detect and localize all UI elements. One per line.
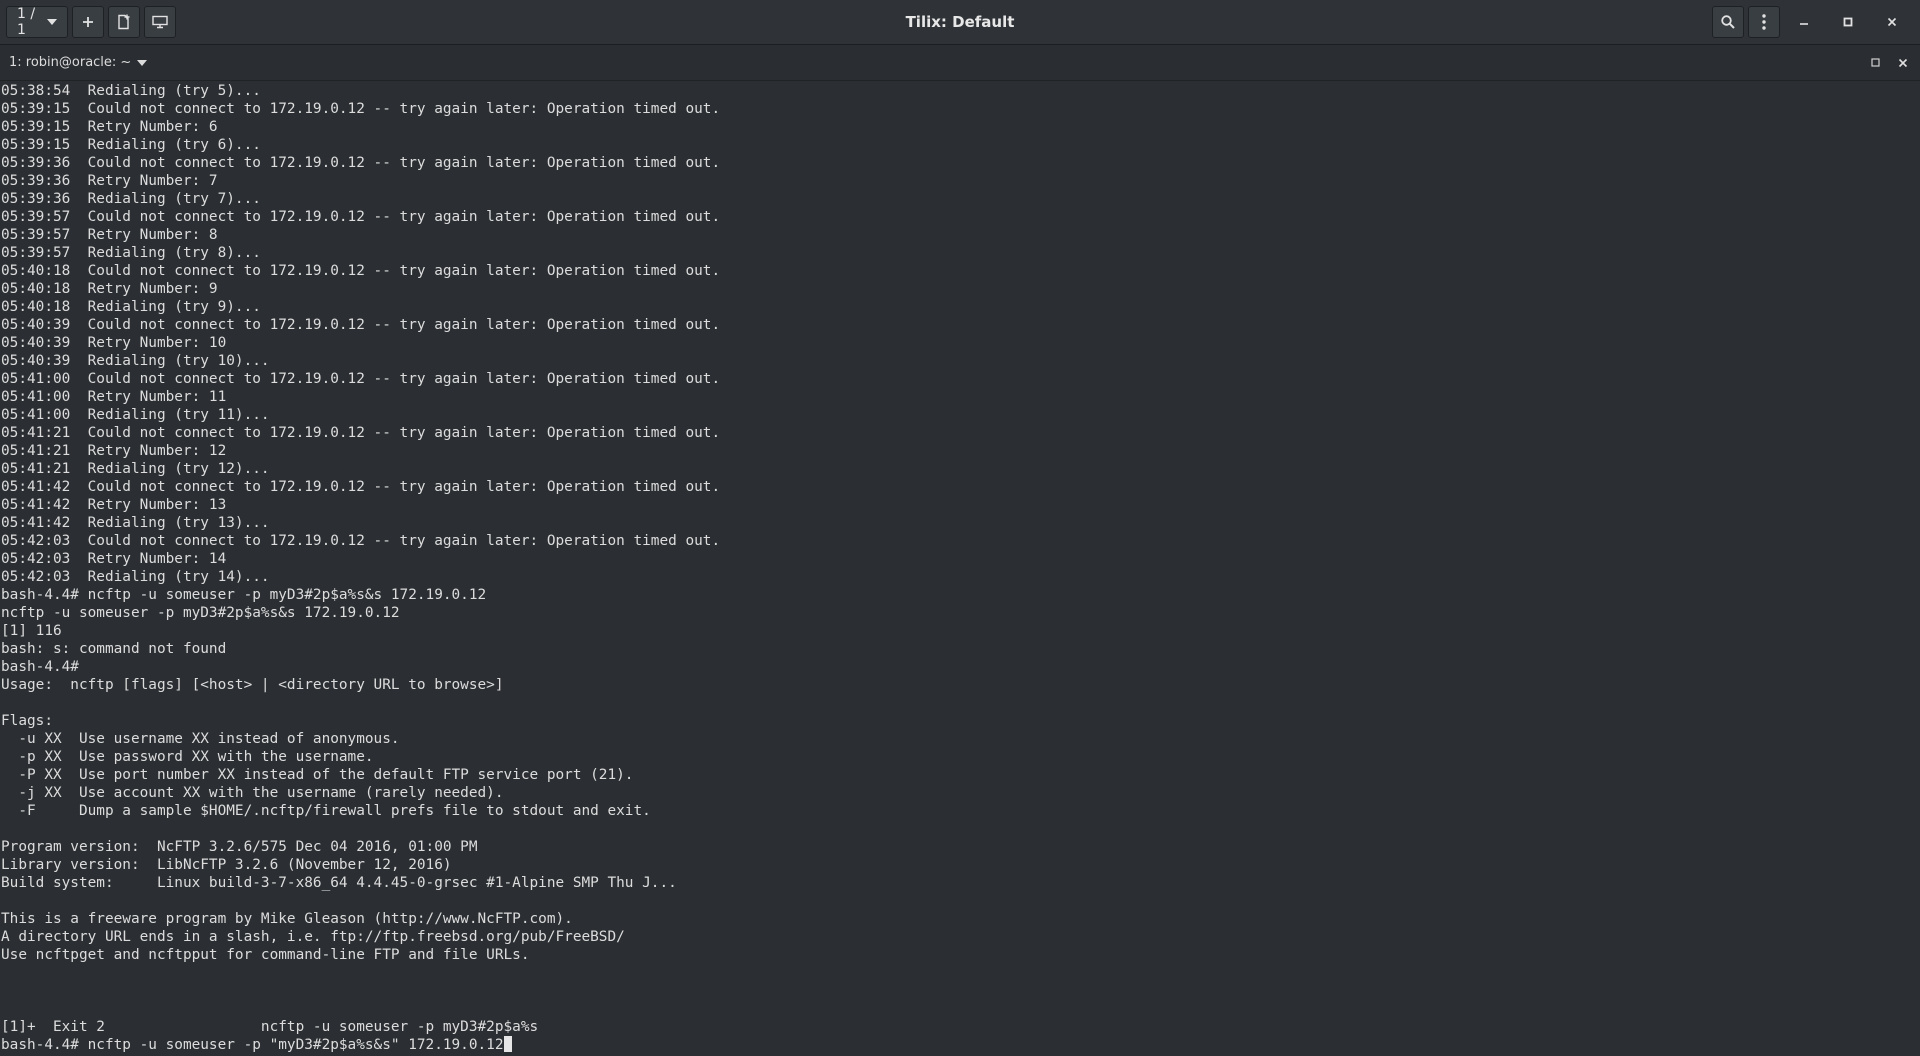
terminal-line: 05:39:36 Could not connect to 172.19.0.1… [1, 155, 721, 171]
text-cursor [503, 1036, 512, 1052]
maximize-icon [1871, 58, 1880, 67]
terminal-line: Usage: ncftp [flags] [<host> | <director… [1, 677, 504, 693]
terminal-line: -p XX Use password XX with the username. [1, 749, 374, 765]
add-terminal-button[interactable] [72, 6, 104, 38]
terminal-line: This is a freeware program by Mike Gleas… [1, 911, 573, 927]
terminal-line: 05:40:18 Retry Number: 9 [1, 281, 218, 297]
terminal-line: ncftp -u someuser -p myD3#2p$a%s&s 172.1… [1, 605, 400, 621]
terminal-line: 05:41:42 Redialing (try 13)... [1, 515, 270, 531]
terminal-line: 05:39:15 Redialing (try 6)... [1, 137, 261, 153]
chevron-down-icon [137, 59, 148, 66]
minimize-icon [1799, 17, 1809, 27]
menu-button[interactable] [1748, 6, 1780, 38]
terminal-line: Build system: Linux build-3-7-x86_64 4.4… [1, 875, 677, 891]
terminal-line: 05:40:18 Could not connect to 172.19.0.1… [1, 263, 721, 279]
terminal-titlebar: 1: robin@oracle: ~ [0, 45, 1920, 81]
terminal-maximize-button[interactable] [1871, 58, 1880, 67]
sync-input-button[interactable] [144, 6, 176, 38]
window-title: Tilix: Default [905, 13, 1015, 31]
terminal-line: 05:41:00 Redialing (try 11)... [1, 407, 270, 423]
terminal-line: 05:42:03 Could not connect to 172.19.0.1… [1, 533, 721, 549]
new-session-icon [117, 14, 131, 30]
terminal-close-button[interactable] [1898, 58, 1908, 68]
maximize-button[interactable] [1828, 6, 1868, 38]
maximize-icon [1843, 17, 1853, 27]
terminal-line: 05:42:03 Redialing (try 14)... [1, 569, 270, 585]
terminal-title-button[interactable]: 1: robin@oracle: ~ [0, 55, 148, 70]
search-icon [1721, 15, 1735, 29]
terminal-line: Use ncftpget and ncftpput for command-li… [1, 947, 530, 963]
terminal-line: bash-4.4# [1, 659, 79, 675]
terminal-line: 05:39:57 Redialing (try 8)... [1, 245, 261, 261]
tilix-window: 1 / 1 Tilix: Default 1: robin@oracle: ~ … [0, 0, 1920, 1056]
chevron-down-icon [47, 19, 57, 25]
terminal-line: -F Dump a sample $HOME/.ncftp/firewall p… [1, 803, 651, 819]
terminal-line: Library version: LibNcFTP 3.2.6 (Novembe… [1, 857, 452, 873]
new-session-button[interactable] [108, 6, 140, 38]
terminal-line: -u XX Use username XX instead of anonymo… [1, 731, 400, 747]
terminal-output[interactable]: 05:38:54 Redialing (try 5)... 05:39:15 Co… [0, 81, 1920, 1056]
terminal-line: -P XX Use port number XX instead of the … [1, 767, 634, 783]
terminal-line: 05:40:39 Could not connect to 172.19.0.1… [1, 317, 721, 333]
kebab-menu-icon [1762, 14, 1766, 30]
terminal-controls [1871, 58, 1920, 68]
close-icon [1898, 58, 1908, 68]
terminal-line: 05:40:39 Redialing (try 10)... [1, 353, 270, 369]
terminal-text: 05:38:54 Redialing (try 5)... 05:39:15 Co… [1, 82, 720, 1054]
terminal-line: bash-4.4# ncftp -u someuser -p myD3#2p$a… [1, 587, 487, 603]
terminal-line: 05:41:42 Could not connect to 172.19.0.1… [1, 479, 721, 495]
search-button[interactable] [1712, 6, 1744, 38]
terminal-line: 05:41:21 Redialing (try 12)... [1, 461, 270, 477]
terminal-line: [1] 116 [1, 623, 62, 639]
terminal-line: 05:39:57 Retry Number: 8 [1, 227, 218, 243]
terminal-title-label: 1: robin@oracle: ~ [9, 55, 132, 70]
terminal-line: Program version: NcFTP 3.2.6/575 Dec 04 … [1, 839, 478, 855]
session-switcher-button[interactable]: 1 / 1 [6, 6, 68, 38]
terminal-line: 05:39:15 Could not connect to 172.19.0.1… [1, 101, 721, 117]
terminal-prompt-line: bash-4.4# ncftp -u someuser -p "myD3#2p$… [1, 1036, 720, 1054]
session-count-label: 1 / 1 [17, 6, 36, 38]
terminal-line: [1]+ Exit 2 ncftp -u someuser -p myD3#2p… [1, 1019, 539, 1035]
terminal-overlay-icon [152, 15, 168, 29]
minimize-button[interactable] [1784, 6, 1824, 38]
terminal-line: 05:41:00 Retry Number: 11 [1, 389, 227, 405]
terminal-line: 05:38:54 Redialing (try 5)... [1, 83, 261, 99]
terminal-line: bash: s: command not found [1, 641, 227, 657]
terminal-line: 05:39:36 Retry Number: 7 [1, 173, 218, 189]
terminal-line: 05:39:36 Redialing (try 7)... [1, 191, 261, 207]
terminal-line: 05:41:21 Could not connect to 172.19.0.1… [1, 425, 721, 441]
header-right-controls [1712, 6, 1920, 38]
prompt-text: bash-4.4# ncftp -u someuser -p "myD3#2p$… [1, 1037, 504, 1053]
terminal-line: Flags: [1, 713, 53, 729]
header-left-controls: 1 / 1 [0, 6, 176, 38]
terminal-line: 05:41:42 Retry Number: 13 [1, 497, 227, 513]
close-icon [1887, 17, 1897, 27]
terminal-line: 05:42:03 Retry Number: 14 [1, 551, 227, 567]
terminal-line: 05:41:00 Could not connect to 172.19.0.1… [1, 371, 721, 387]
terminal-line: 05:40:39 Retry Number: 10 [1, 335, 227, 351]
terminal-line: 05:39:57 Could not connect to 172.19.0.1… [1, 209, 721, 225]
terminal-line: 05:41:21 Retry Number: 12 [1, 443, 227, 459]
plus-icon [82, 16, 94, 28]
terminal-line: 05:40:18 Redialing (try 9)... [1, 299, 261, 315]
terminal-line: 05:39:15 Retry Number: 6 [1, 119, 218, 135]
close-button[interactable] [1872, 6, 1912, 38]
terminal-line: A directory URL ends in a slash, i.e. ft… [1, 929, 625, 945]
terminal-line: -j XX Use account XX with the username (… [1, 785, 504, 801]
header-bar: 1 / 1 Tilix: Default [0, 0, 1920, 45]
